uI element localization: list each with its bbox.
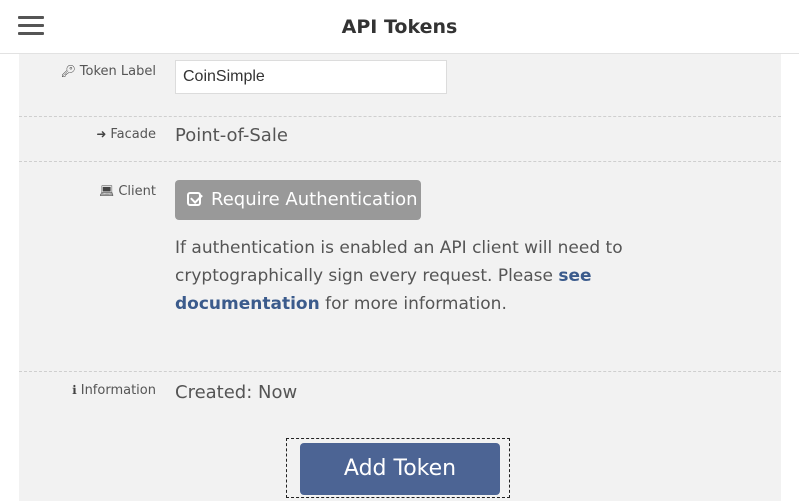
info-circle-icon: ℹ︎ (72, 383, 77, 397)
facade-label: ➜ Facade (96, 127, 156, 142)
client-label: 💻︎ Client (99, 184, 156, 199)
checkbox-checked-icon (187, 192, 201, 206)
require-authentication-label: Require Authentication (211, 189, 418, 210)
token-label-row: 🔑︎ Token Label (19, 54, 781, 116)
sign-in-icon: ➜ (96, 127, 107, 141)
require-authentication-toggle[interactable]: Require Authentication (175, 180, 421, 220)
token-label-input[interactable] (175, 60, 447, 94)
top-bar: API Tokens (0, 0, 799, 54)
hamburger-menu-icon[interactable] (18, 16, 44, 36)
information-label: ℹ︎ Information (72, 383, 156, 398)
token-form: 🔑︎Token Label ➜Facade Point-of-Sale 💻︎Cl… (19, 54, 781, 501)
information-value: Created: Now (175, 382, 298, 403)
divider (19, 161, 781, 162)
key-icon: 🔑︎ (60, 64, 76, 78)
facade-row: ➜ Facade Point-of-Sale (19, 117, 781, 161)
client-row: 💻︎ Client Require Authentication If authe… (19, 180, 781, 370)
laptop-icon: 💻︎ (99, 184, 115, 198)
token-label-label: 🔑︎ Token Label (60, 64, 156, 79)
information-row: ℹ︎ Information Created: Now (19, 372, 781, 422)
authentication-help-text: If authentication is enabled an API clie… (175, 238, 623, 314)
page-title: API Tokens (341, 16, 458, 38)
add-token-focus-ring: Add Token (286, 438, 510, 498)
add-token-button[interactable]: Add Token (300, 443, 500, 495)
facade-value: Point-of-Sale (175, 125, 288, 146)
